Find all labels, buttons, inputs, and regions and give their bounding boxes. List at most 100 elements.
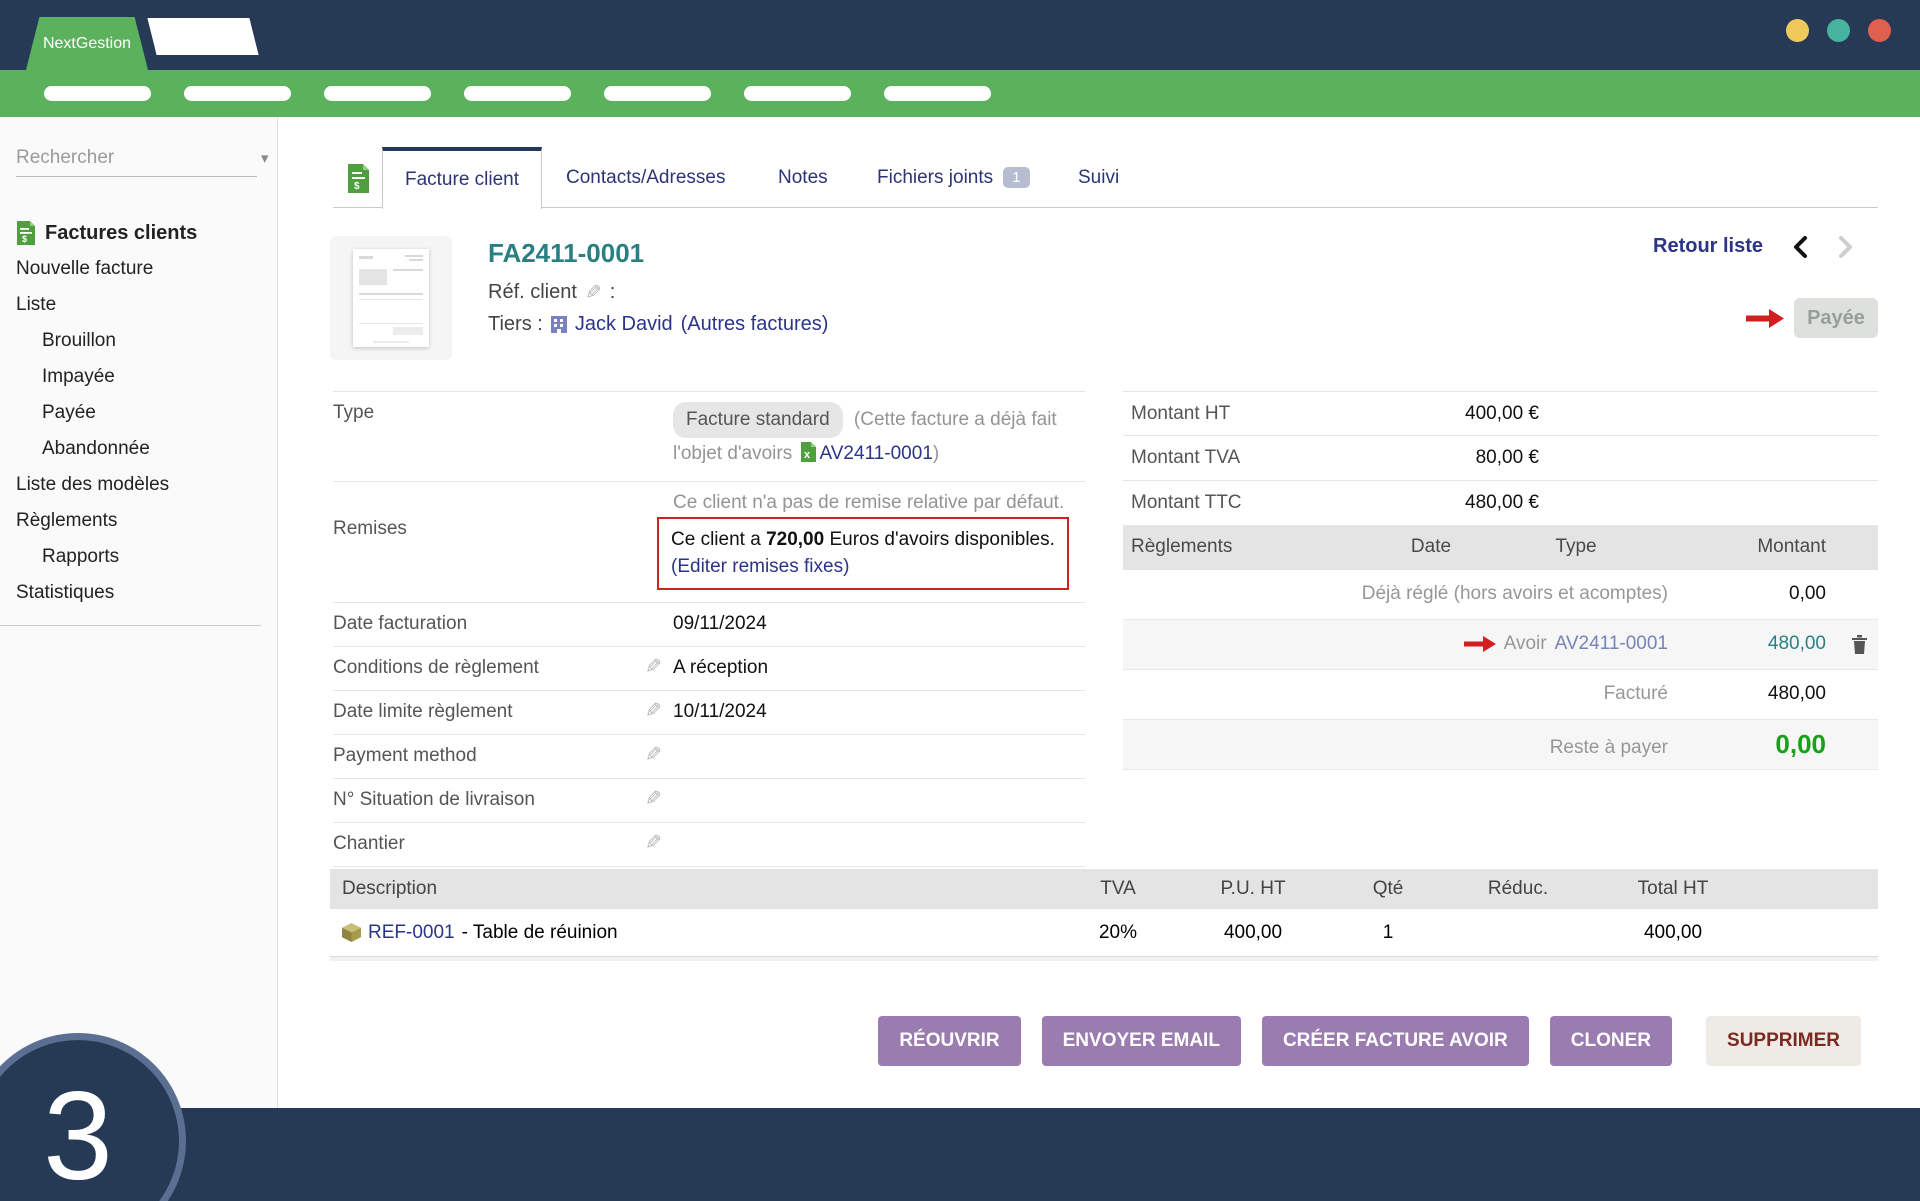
nav-pill[interactable] bbox=[464, 86, 571, 101]
pencil-icon[interactable]: ✎ bbox=[645, 833, 662, 853]
total-label: Montant HT bbox=[1131, 403, 1230, 425]
col-qte: Qté bbox=[1328, 878, 1448, 900]
credit-note-doc-icon: x bbox=[800, 442, 816, 462]
detail-row-chantier: Chantier ✎ bbox=[333, 823, 1085, 867]
payments-row-billed: Facturé 480,00 bbox=[1123, 670, 1878, 720]
sidebar-menu: $ Factures clients Nouvelle facture List… bbox=[0, 215, 277, 626]
trash-icon[interactable] bbox=[1851, 634, 1868, 654]
type-note-close: ) bbox=[933, 443, 939, 464]
sidebar-item-impayee[interactable]: Impayée bbox=[0, 359, 277, 395]
nav-pill[interactable] bbox=[604, 86, 711, 101]
detail-label: Conditions de règlement bbox=[333, 657, 645, 679]
tab-bar: $ Facture client Contacts/Adresses Notes… bbox=[278, 117, 1920, 208]
nav-pill[interactable] bbox=[324, 86, 431, 101]
sidebar-item-payee[interactable]: Payée bbox=[0, 395, 277, 431]
detail-value: 09/11/2024 bbox=[673, 613, 1085, 635]
send-email-button[interactable]: ENVOYER EMAIL bbox=[1042, 1016, 1241, 1066]
pencil-icon[interactable]: ✎ bbox=[585, 283, 602, 303]
sidebar-item-brouillon[interactable]: Brouillon bbox=[0, 323, 277, 359]
total-label: Montant TTC bbox=[1131, 492, 1242, 514]
edit-remises-link[interactable]: (Editer remises fixes) bbox=[671, 556, 849, 577]
detail-label: N° Situation de livraison bbox=[333, 789, 645, 811]
chevron-down-icon[interactable]: ▾ bbox=[261, 149, 269, 167]
sidebar-item-factures-clients[interactable]: $ Factures clients bbox=[0, 215, 277, 251]
sidebar-item-statistiques[interactable]: Statistiques bbox=[0, 575, 277, 611]
top-bar: NextGestion bbox=[0, 0, 1920, 70]
detail-label: Type bbox=[333, 402, 645, 424]
sidebar-item-label: Factures clients bbox=[45, 222, 197, 245]
sidebar-item-nouvelle-facture[interactable]: Nouvelle facture bbox=[0, 251, 277, 287]
sidebar-item-label: Rapports bbox=[42, 546, 119, 568]
col-total-ht: Total HT bbox=[1588, 878, 1758, 900]
sidebar-item-label: Liste des modèles bbox=[16, 474, 169, 496]
remises-highlight-box: Ce client a 720,00 Euros d'avoirs dispon… bbox=[657, 517, 1069, 590]
window-dot-yellow[interactable] bbox=[1786, 19, 1809, 42]
sidebar-item-label: Payée bbox=[42, 402, 96, 424]
search-input[interactable] bbox=[16, 147, 261, 169]
window-controls bbox=[1786, 19, 1891, 42]
credit-ref-link[interactable]: AV2411-0001 bbox=[1555, 633, 1668, 655]
company-icon bbox=[551, 316, 567, 333]
remises-amount: 720,00 bbox=[766, 529, 824, 550]
col-reduc: Réduc. bbox=[1448, 878, 1588, 900]
tab-suivi[interactable]: Suivi bbox=[1078, 147, 1119, 208]
tab-facture-client[interactable]: Facture client bbox=[382, 147, 542, 209]
sidebar-item-reglements[interactable]: Règlements bbox=[0, 503, 277, 539]
credit-amount-link[interactable]: 480,00 bbox=[1768, 633, 1826, 655]
sidebar-item-liste-des-modeles[interactable]: Liste des modèles bbox=[0, 467, 277, 503]
line-row: REF-0001 - Table de réuinion 20% 400,00 … bbox=[330, 909, 1878, 957]
svg-text:$: $ bbox=[354, 181, 360, 192]
credit-note-link[interactable]: AV2411-0001 bbox=[820, 443, 933, 464]
nav-pill[interactable] bbox=[44, 86, 151, 101]
next-record-icon[interactable] bbox=[1838, 236, 1853, 258]
tab-notes[interactable]: Notes bbox=[778, 147, 828, 208]
create-credit-note-button[interactable]: CRÉER FACTURE AVOIR bbox=[1262, 1016, 1529, 1066]
sidebar-item-label: Règlements bbox=[16, 510, 117, 532]
tab-fichiers-joints[interactable]: Fichiers joints 1 bbox=[877, 147, 1030, 208]
reopen-button[interactable]: RÉOUVRIR bbox=[878, 1016, 1020, 1066]
pencil-icon[interactable]: ✎ bbox=[645, 745, 662, 765]
top-tab-placeholder[interactable] bbox=[147, 18, 258, 55]
total-row-ttc: Montant TTC 480,00 € bbox=[1123, 481, 1878, 526]
product-ref-link[interactable]: REF-0001 bbox=[368, 922, 455, 944]
step-number: 3 bbox=[43, 1074, 113, 1201]
payments-row-remaining: Reste à payer 0,00 bbox=[1123, 720, 1878, 770]
sidebar-item-abandonnee[interactable]: Abandonnée bbox=[0, 431, 277, 467]
tiers-other-invoices-link[interactable]: (Autres factures) bbox=[681, 313, 829, 336]
remaining-label: Reste à payer bbox=[1550, 737, 1668, 759]
attachment-count-badge: 1 bbox=[1003, 167, 1029, 188]
pencil-icon[interactable]: ✎ bbox=[645, 657, 662, 677]
already-paid-value: 0,00 bbox=[1789, 583, 1826, 605]
sidebar-item-label: Impayée bbox=[42, 366, 115, 388]
red-arrow-icon bbox=[1746, 309, 1784, 328]
pencil-icon[interactable]: ✎ bbox=[645, 701, 662, 721]
delete-button[interactable]: SUPPRIMER bbox=[1706, 1016, 1861, 1066]
tab-contacts-adresses[interactable]: Contacts/Adresses bbox=[566, 147, 725, 208]
payments-row-credit-note: Avoir AV2411-0001 480,00 bbox=[1123, 620, 1878, 670]
clone-button[interactable]: CLONER bbox=[1550, 1016, 1672, 1066]
total-value: 480,00 € bbox=[1465, 492, 1539, 514]
window-dot-red[interactable] bbox=[1868, 19, 1891, 42]
status-group: Payée bbox=[1746, 298, 1878, 338]
sidebar-item-rapports[interactable]: Rapports bbox=[0, 539, 277, 575]
nav-pill[interactable] bbox=[184, 86, 291, 101]
back-to-list-link[interactable]: Retour liste bbox=[1653, 235, 1763, 258]
tab-label: Notes bbox=[778, 167, 828, 189]
action-buttons: RÉOUVRIR ENVOYER EMAIL CRÉER FACTURE AVO… bbox=[878, 1016, 1861, 1066]
tiers-row: Tiers : Jack David (Autres factures) bbox=[488, 313, 828, 336]
nav-pill[interactable] bbox=[884, 86, 991, 101]
tiers-name-link[interactable]: Jack David bbox=[575, 313, 673, 336]
sidebar-item-liste[interactable]: Liste bbox=[0, 287, 277, 323]
tiers-label: Tiers : bbox=[488, 313, 543, 336]
pencil-icon[interactable]: ✎ bbox=[645, 789, 662, 809]
already-paid-label: Déjà réglé (hors avoirs et acomptes) bbox=[1362, 583, 1668, 605]
nav-pill[interactable] bbox=[744, 86, 851, 101]
brand-tab[interactable]: NextGestion bbox=[26, 17, 148, 70]
total-row-tva: Montant TVA 80,00 € bbox=[1123, 436, 1878, 481]
tab-label: Facture client bbox=[405, 169, 519, 191]
back-navigation: Retour liste bbox=[1653, 235, 1853, 258]
sidebar-item-label: Liste bbox=[16, 294, 56, 316]
previous-record-icon[interactable] bbox=[1793, 236, 1808, 258]
window-dot-teal[interactable] bbox=[1827, 19, 1850, 42]
invoice-thumbnail[interactable] bbox=[330, 236, 452, 360]
